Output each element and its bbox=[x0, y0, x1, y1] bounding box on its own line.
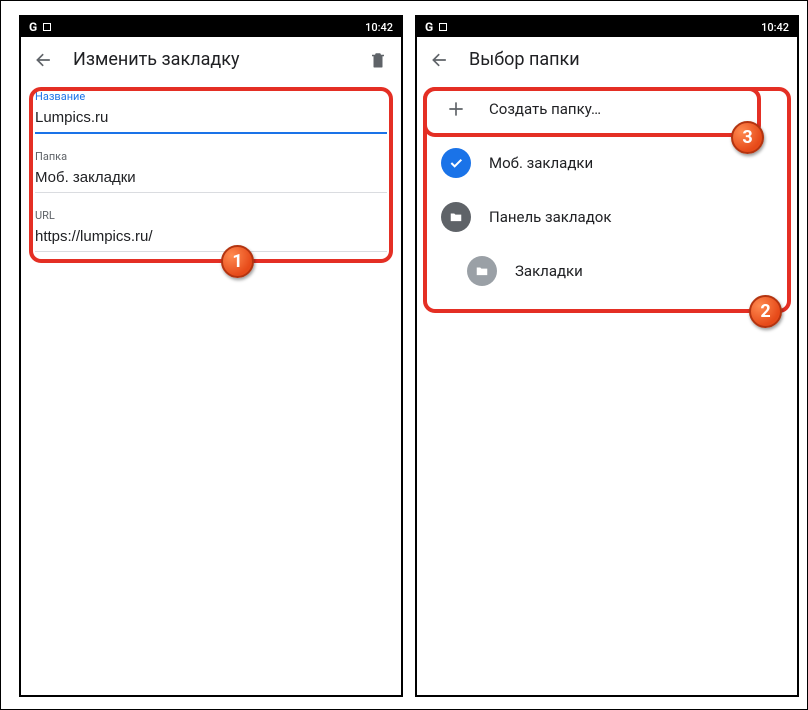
folder-icon bbox=[441, 202, 471, 232]
badge-2: 2 bbox=[749, 295, 782, 328]
url-input[interactable] bbox=[35, 224, 387, 252]
folder-label: Закладки bbox=[515, 262, 583, 280]
back-icon[interactable] bbox=[29, 45, 59, 75]
back-icon[interactable] bbox=[425, 45, 455, 75]
folder-field[interactable]: Папка bbox=[35, 150, 387, 193]
phone-left: G 10:42 Изменить закладку Название Папка… bbox=[19, 15, 403, 697]
delete-icon[interactable] bbox=[363, 45, 393, 75]
folder-input[interactable] bbox=[35, 165, 387, 193]
create-folder-row[interactable]: Создать папку… bbox=[435, 82, 779, 136]
url-field[interactable]: URL bbox=[35, 209, 387, 252]
app-bar-left: Изменить закладку bbox=[21, 37, 401, 82]
notification-icon bbox=[43, 23, 51, 31]
folder-row-panel[interactable]: Панель закладок bbox=[435, 190, 779, 244]
phone-right: G 10:42 Выбор папки Создать папку… Моб. … bbox=[415, 15, 799, 697]
folder-row-mobile[interactable]: Моб. закладки bbox=[435, 136, 779, 190]
folder-label: Панель закладок bbox=[489, 208, 611, 226]
google-icon: G bbox=[425, 20, 433, 34]
status-bar: G 10:42 bbox=[417, 17, 797, 37]
app-bar-right: Выбор папки bbox=[417, 37, 797, 82]
notification-icon bbox=[439, 23, 447, 31]
page-title: Выбор папки bbox=[469, 49, 789, 70]
folder-row-bookmarks[interactable]: Закладки bbox=[435, 244, 779, 298]
plus-icon bbox=[441, 94, 471, 124]
folder-icon bbox=[467, 256, 497, 286]
check-icon bbox=[441, 148, 471, 178]
name-field[interactable]: Название bbox=[35, 90, 387, 134]
folder-label: Моб. закладки bbox=[489, 154, 593, 172]
google-icon: G bbox=[29, 20, 37, 34]
create-folder-label: Создать папку… bbox=[489, 100, 601, 118]
status-bar: G 10:42 bbox=[21, 17, 401, 37]
folder-label: Папка bbox=[35, 150, 387, 163]
name-label: Название bbox=[35, 90, 387, 103]
name-input[interactable] bbox=[35, 105, 387, 134]
page-title: Изменить закладку bbox=[73, 49, 349, 70]
status-time: 10:42 bbox=[365, 21, 393, 34]
url-label: URL bbox=[35, 209, 387, 222]
status-time: 10:42 bbox=[761, 21, 789, 34]
